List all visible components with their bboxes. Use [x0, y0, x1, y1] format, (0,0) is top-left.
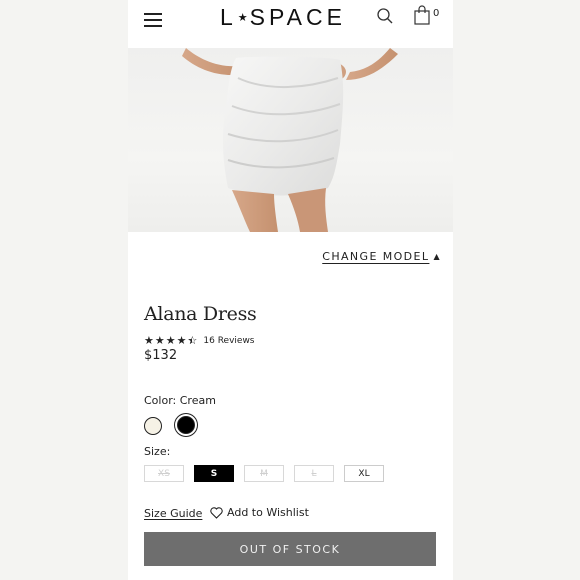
wishlist-label: Add to Wishlist — [227, 506, 309, 519]
product-image[interactable] — [128, 48, 453, 232]
size-option-m[interactable]: M — [244, 465, 284, 482]
change-model-toggle[interactable]: CHANGE MODEL ▲ — [322, 250, 441, 263]
logo-star-icon: ★ — [237, 12, 248, 24]
star-icon: ★ — [176, 334, 187, 347]
logo-word-space: SPACE — [249, 4, 346, 30]
star-icon: ★ — [165, 334, 176, 347]
star-icon: ★ — [144, 334, 154, 347]
reviews-link[interactable]: 16 Reviews — [203, 336, 254, 346]
heart-icon — [210, 506, 223, 519]
hamburger-menu-icon[interactable] — [144, 13, 162, 27]
change-model-label: CHANGE MODEL — [322, 250, 430, 263]
out-of-stock-button[interactable]: OUT OF STOCK — [144, 532, 436, 566]
product-photo — [182, 48, 398, 232]
caret-up-icon: ▲ — [433, 252, 441, 261]
product-title: Alana Dress — [144, 303, 257, 325]
product-page: L ★ SPACE 0 CHANGE MODEL ▲ Alana Dress ★… — [128, 0, 453, 580]
size-option-xs[interactable]: XS — [144, 465, 184, 482]
size-option-l[interactable]: L — [294, 465, 334, 482]
search-icon[interactable] — [376, 7, 394, 25]
product-price: $132 — [144, 348, 178, 363]
size-options: XS S M L XL — [144, 465, 384, 482]
product-rating[interactable]: ★ ★ ★ ★ ★☆ 16 Reviews — [144, 334, 255, 347]
add-to-wishlist-button[interactable]: Add to Wishlist — [210, 506, 309, 519]
logo-letter-l: L — [220, 4, 237, 30]
half-star-icon: ★☆ — [187, 334, 198, 347]
color-swatch-cream[interactable] — [144, 417, 162, 435]
color-label: Color: Cream — [144, 394, 216, 407]
size-option-xl[interactable]: XL — [344, 465, 384, 482]
star-icon: ★ — [154, 334, 165, 347]
size-guide-link[interactable]: Size Guide — [144, 507, 202, 520]
site-header: L ★ SPACE 0 — [128, 0, 453, 48]
star-rating: ★ ★ ★ ★ ★☆ — [144, 334, 197, 347]
shopping-bag-icon[interactable] — [414, 5, 430, 25]
size-label: Size: — [144, 445, 171, 458]
size-option-s[interactable]: S — [194, 465, 234, 482]
cart-count: 0 — [433, 8, 440, 19]
brand-logo[interactable]: L ★ SPACE — [220, 4, 346, 31]
color-swatch-black[interactable] — [177, 416, 195, 434]
